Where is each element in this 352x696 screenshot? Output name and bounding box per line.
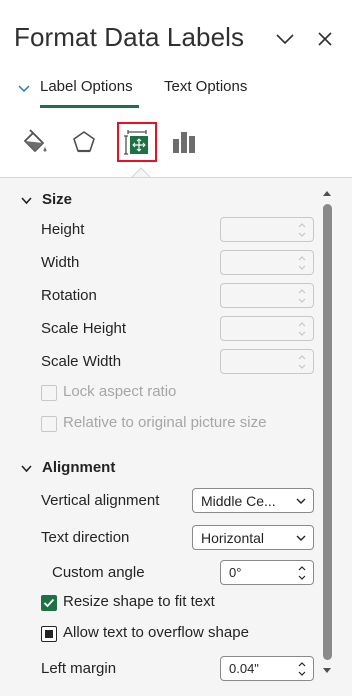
options-tabs: Label Options Text Options: [0, 72, 352, 108]
spinner-value: 0.04": [229, 661, 259, 676]
effects-button[interactable]: [64, 122, 104, 162]
spinner-arrows-icon: [298, 322, 306, 336]
relative-size-checkbox[interactable]: [41, 416, 57, 432]
tab-label: Text Options: [164, 78, 248, 95]
tab-label: Label Options: [40, 78, 133, 95]
pentagon-icon: [73, 131, 95, 153]
close-button[interactable]: [314, 28, 336, 50]
resize-shape-label: Resize shape to fit text: [63, 593, 215, 610]
lock-aspect-checkbox[interactable]: [41, 385, 57, 401]
custom-angle-spinner[interactable]: 0°: [220, 560, 314, 585]
chevron-down-icon: [296, 498, 306, 504]
allow-overflow-label: Allow text to overflow shape: [63, 624, 249, 641]
left-margin-label: Left margin: [41, 660, 117, 677]
chevron-down-icon: [276, 34, 294, 45]
scrollbar-thumb[interactable]: [323, 204, 332, 660]
size-properties-icon: [124, 130, 148, 155]
pane-options-button[interactable]: [274, 28, 296, 50]
spinner-value: 0°: [229, 565, 242, 580]
pane-title: Format Data Labels: [14, 22, 245, 52]
bar-chart-icon: [173, 132, 195, 153]
dropdown-value: Middle Ce...: [201, 493, 276, 509]
spinner-arrows-icon: [298, 223, 306, 237]
chevron-down-icon: [21, 197, 32, 205]
height-spinner[interactable]: [220, 217, 314, 242]
width-spinner[interactable]: [220, 250, 314, 275]
chevron-down-icon: [21, 465, 32, 473]
spinner-arrows-icon: [298, 256, 306, 270]
scale-height-spinner[interactable]: [220, 316, 314, 341]
scale-width-label: Scale Width: [41, 353, 122, 370]
tab-label-options[interactable]: Label Options: [40, 78, 139, 108]
width-label: Width: [41, 254, 80, 271]
relative-size-label: Relative to original picture size: [63, 414, 267, 431]
chevron-down-icon: [296, 535, 306, 541]
section-title: Alignment: [42, 459, 116, 476]
checkmark-icon: [43, 598, 55, 608]
custom-angle-label: Custom angle: [52, 564, 145, 581]
text-direction-dropdown[interactable]: Horizontal: [192, 525, 314, 550]
rotation-spinner[interactable]: [220, 283, 314, 308]
vertical-scrollbar[interactable]: [320, 188, 334, 682]
active-tab-indicator: [40, 105, 139, 108]
category-icons: [0, 118, 352, 166]
resize-shape-checkbox[interactable]: [41, 595, 57, 611]
rotation-label: Rotation: [41, 287, 97, 304]
fill-line-button[interactable]: [14, 122, 54, 162]
dropdown-value: Horizontal: [201, 530, 265, 546]
paint-bucket-icon: [24, 129, 47, 152]
tab-text-options[interactable]: Text Options: [164, 78, 247, 95]
spinner-arrows-icon: [298, 662, 306, 676]
spinner-arrows-icon: [298, 566, 306, 580]
spinner-arrows-icon: [298, 289, 306, 303]
scale-height-label: Scale Height: [41, 320, 127, 337]
options-panel: Size Height Width Rotation Scale Height …: [0, 178, 352, 696]
close-icon: [318, 32, 332, 46]
size-properties-button[interactable]: [117, 122, 157, 162]
lock-aspect-label: Lock aspect ratio: [63, 383, 177, 400]
left-margin-spinner[interactable]: 0.04": [220, 656, 314, 681]
scroll-up-icon[interactable]: [322, 188, 332, 198]
scroll-down-icon[interactable]: [322, 666, 332, 676]
vertical-alignment-label: Vertical alignment: [41, 492, 160, 509]
vertical-alignment-dropdown[interactable]: Middle Ce...: [192, 488, 314, 513]
chevron-down-icon: [18, 85, 30, 93]
section-title: Size: [42, 191, 73, 208]
allow-overflow-checkbox[interactable]: [41, 626, 57, 642]
spinner-arrows-icon: [298, 355, 306, 369]
scale-width-spinner[interactable]: [220, 349, 314, 374]
height-label: Height: [41, 221, 85, 238]
text-direction-label: Text direction: [41, 529, 130, 546]
label-options-button[interactable]: [164, 122, 204, 162]
